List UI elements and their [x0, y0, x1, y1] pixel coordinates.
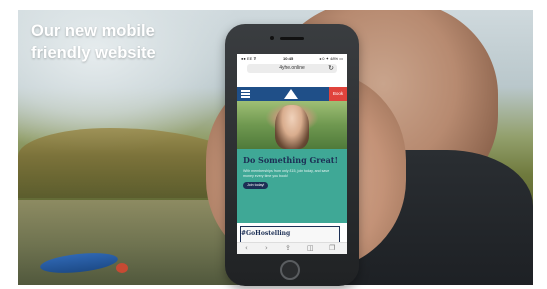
reload-icon[interactable]: ↻: [328, 64, 334, 72]
earpiece: [280, 37, 304, 40]
promo-image: Our new mobile friendly website ●● EE ⊽ …: [0, 0, 547, 289]
share-icon[interactable]: ⇪: [285, 244, 291, 252]
hashtag-text: #GoHostelling: [241, 230, 291, 237]
back-icon[interactable]: ‹: [245, 244, 248, 252]
carrier-signal: ●● EE ⊽: [241, 56, 257, 61]
book-button[interactable]: Book: [329, 87, 347, 101]
mountain-logo-icon[interactable]: [284, 89, 298, 99]
site-nav: Book: [237, 87, 347, 101]
battery-indicator: ◂ 0 ✦ 48% ▭: [319, 56, 343, 61]
promo-heading: Do Something Great!: [243, 155, 338, 165]
headline: Our new mobile friendly website: [31, 20, 221, 64]
status-bar: ●● EE ⊽ 10:45 ◂ 0 ✦ 48% ▭: [237, 54, 347, 63]
status-time: 10:45: [283, 56, 294, 61]
buoy: [116, 263, 128, 273]
forward-icon[interactable]: ›: [265, 244, 268, 252]
promo-panel: Do Something Great! With memberships fro…: [237, 149, 347, 223]
hamburger-icon[interactable]: [241, 90, 250, 98]
smiling-woman: [275, 105, 309, 149]
address-bar[interactable]: 4yhe.online ↻: [247, 64, 337, 73]
headline-line-2: friendly website: [31, 44, 156, 62]
promo-body: With memberships from only £15, join tod…: [243, 169, 330, 178]
phone-screen: ●● EE ⊽ 10:45 ◂ 0 ✦ 48% ▭ 4yhe.online ↻ …: [237, 54, 347, 254]
join-today-button[interactable]: Join today!: [243, 182, 269, 189]
headline-line-1: Our new mobile: [31, 22, 155, 40]
tabs-icon[interactable]: ❐: [329, 244, 335, 252]
home-button[interactable]: [280, 260, 300, 280]
front-camera: [270, 36, 274, 40]
bookmarks-icon[interactable]: ◫: [307, 244, 314, 252]
browser-toolbar: ‹ › ⇪ ◫ ❐: [237, 242, 347, 254]
hero-image: [237, 101, 347, 149]
url-text: 4yhe.online: [279, 65, 305, 71]
